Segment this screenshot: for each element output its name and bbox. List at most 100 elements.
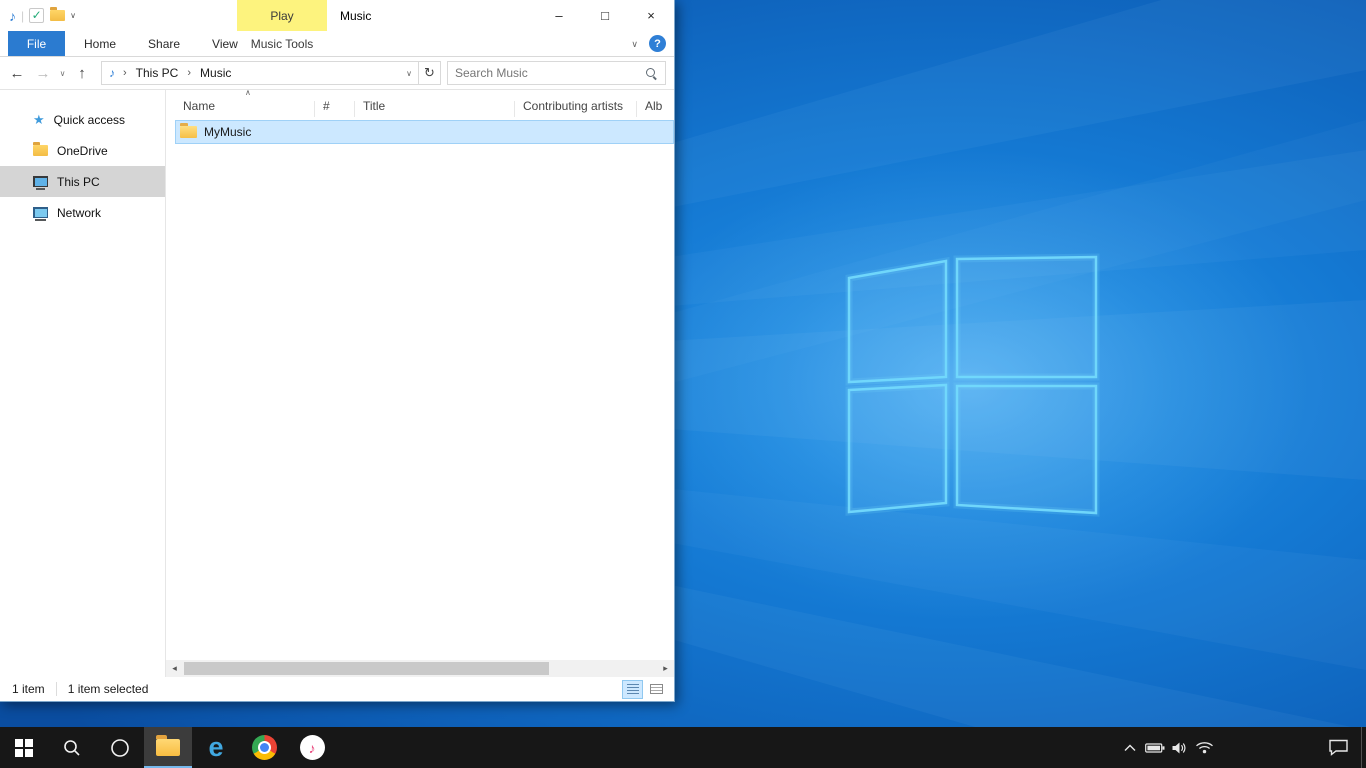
star-icon: ★ <box>33 112 45 128</box>
column-header-contributing-artists[interactable]: Contributing artists <box>515 99 637 113</box>
navigation-pane: ★ Quick access OneDrive This PC Network <box>0 90 166 677</box>
taskbar-file-explorer-button[interactable] <box>144 727 192 768</box>
selection-count: 1 item selected <box>68 682 149 696</box>
file-explorer-icon <box>156 739 180 756</box>
sidebar-item-label: OneDrive <box>57 144 108 158</box>
thumbnails-view-button[interactable] <box>646 680 667 699</box>
sidebar-item-label: Quick access <box>54 113 125 127</box>
file-pane: ∧ Name # Title Contributing artists Alb … <box>166 90 674 677</box>
chevron-right-icon: › <box>121 67 129 79</box>
item-count: 1 item <box>12 682 45 696</box>
battery-indicator[interactable] <box>1142 727 1167 768</box>
tab-home[interactable]: Home <box>71 31 129 56</box>
sidebar-item-quick-access[interactable]: ★ Quick access <box>0 104 165 135</box>
windows-logo <box>849 257 1096 513</box>
details-view-button[interactable] <box>622 680 643 699</box>
breadcrumb-this-pc[interactable]: This PC <box>129 66 186 80</box>
ribbon-collapse-caret-icon[interactable]: ∨ <box>631 39 638 50</box>
sidebar-item-label: Network <box>57 206 101 220</box>
speaker-icon <box>1171 741 1188 755</box>
close-button[interactable]: × <box>628 0 674 30</box>
taskbar-edge-button[interactable]: e <box>192 727 240 768</box>
status-bar: 1 item 1 item selected <box>0 677 674 701</box>
file-list: ∧ Name # Title Contributing artists Alb … <box>166 90 674 660</box>
file-name: MyMusic <box>204 125 251 139</box>
column-header-title[interactable]: Title <box>355 99 515 113</box>
cortana-button[interactable] <box>96 727 144 768</box>
search-input[interactable] <box>455 66 645 80</box>
search-icon[interactable] <box>645 67 658 80</box>
address-bar[interactable]: ♪ › This PC › Music ∨ <box>101 61 419 85</box>
quick-access-check-icon[interactable]: ✓ <box>29 8 44 23</box>
sidebar-item-label: This PC <box>57 175 100 189</box>
file-row-mymusic[interactable]: MyMusic <box>175 120 674 144</box>
taskbar-chrome-button[interactable] <box>240 727 288 768</box>
taskbar-search-button[interactable] <box>48 727 96 768</box>
tray-expand-button[interactable] <box>1117 727 1142 768</box>
action-center-button[interactable] <box>1315 727 1361 768</box>
minimize-button[interactable]: – <box>536 0 582 30</box>
column-header-name[interactable]: Name <box>175 99 315 113</box>
taskbar-itunes-button[interactable]: ♪ <box>288 727 336 768</box>
wifi-icon <box>1195 741 1214 754</box>
status-separator <box>56 682 57 696</box>
scrollbar-track[interactable] <box>183 660 657 677</box>
sort-ascending-icon: ∧ <box>245 88 251 97</box>
navigation-bar: ← → ∨ ↑ ♪ › This PC › Music ∨ ↻ <box>0 57 674 90</box>
view-toggles <box>622 680 667 699</box>
contextual-tab-play[interactable]: Play <box>237 0 327 31</box>
network-icon <box>33 207 48 218</box>
details-view-icon <box>627 684 639 694</box>
cortana-icon <box>110 738 130 758</box>
network-indicator[interactable] <box>1192 727 1217 768</box>
chrome-icon <box>252 735 277 760</box>
separator: | <box>21 9 24 23</box>
sidebar-item-onedrive[interactable]: OneDrive <box>0 135 165 166</box>
window-title: Music <box>340 9 371 23</box>
quick-access-toolbar-caret-icon[interactable]: ∨ <box>70 11 76 20</box>
search-box <box>447 61 666 85</box>
recent-locations-caret-icon[interactable]: ∨ <box>56 69 69 78</box>
action-center-icon <box>1328 739 1349 756</box>
quick-access-folder-icon[interactable] <box>50 10 65 21</box>
title-bar: ♪ | ✓ ∨ Play Music – □ × <box>0 0 674 31</box>
scroll-left-arrow-icon[interactable]: ◂ <box>166 660 183 677</box>
edge-icon: e <box>208 734 223 761</box>
music-note-icon: ♪ <box>109 66 115 80</box>
address-dropdown-caret-icon[interactable]: ∨ <box>400 69 418 78</box>
window-body: ★ Quick access OneDrive This PC Network <box>0 90 674 677</box>
ribbon-tab-row: File Home Share View Music Tools ∨ ? <box>0 31 674 57</box>
breadcrumb-music[interactable]: Music <box>193 66 238 80</box>
help-button[interactable]: ? <box>649 35 666 52</box>
tab-music-tools[interactable]: Music Tools <box>237 31 327 56</box>
onedrive-folder-icon <box>33 145 48 156</box>
volume-indicator[interactable] <box>1167 727 1192 768</box>
file-explorer-window: ♪ | ✓ ∨ Play Music – □ × File Home Share… <box>0 0 675 702</box>
system-tray <box>1117 727 1366 768</box>
column-header-number[interactable]: # <box>315 99 355 113</box>
start-button[interactable] <box>0 727 48 768</box>
scrollbar-thumb[interactable] <box>184 662 549 675</box>
column-header-album[interactable]: Alb <box>637 99 674 113</box>
column-headers: ∧ Name # Title Contributing artists Alb <box>175 90 674 118</box>
chevron-right-icon: › <box>185 67 193 79</box>
window-controls: – □ × <box>536 0 674 30</box>
computer-icon <box>33 176 48 187</box>
up-button[interactable]: ↑ <box>69 61 95 85</box>
taskbar: e ♪ <box>0 727 1366 768</box>
screen: ♪ | ✓ ∨ Play Music – □ × File Home Share… <box>0 0 1366 768</box>
windows-logo-icon <box>15 739 33 757</box>
sidebar-item-this-pc[interactable]: This PC <box>0 166 165 197</box>
show-desktop-button[interactable] <box>1361 727 1366 768</box>
scroll-right-arrow-icon[interactable]: ▸ <box>657 660 674 677</box>
horizontal-scrollbar[interactable]: ◂ ▸ <box>166 660 674 677</box>
tab-file[interactable]: File <box>8 31 65 56</box>
refresh-button[interactable]: ↻ <box>419 61 441 85</box>
sidebar-item-network[interactable]: Network <box>0 197 165 228</box>
back-button[interactable]: ← <box>4 61 30 85</box>
tab-share[interactable]: Share <box>135 31 193 56</box>
forward-button[interactable]: → <box>30 61 56 85</box>
battery-icon <box>1145 742 1165 754</box>
search-icon <box>62 738 82 758</box>
maximize-button[interactable]: □ <box>582 0 628 30</box>
